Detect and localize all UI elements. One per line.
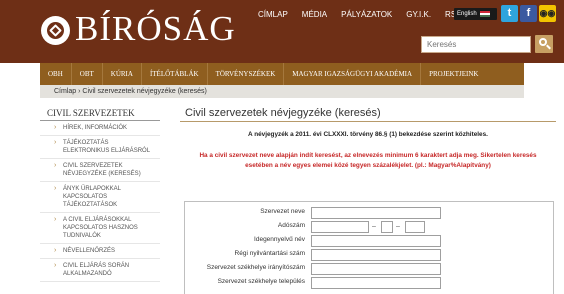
search-input[interactable]: [421, 36, 531, 53]
tax-dash-1: –: [372, 223, 376, 230]
nav-kuria[interactable]: KÚRIA: [103, 63, 142, 85]
legal-notice: A névjegyzék a 2011. évi CLXXXI. törvény…: [248, 131, 488, 138]
court-logo-icon[interactable]: [41, 16, 70, 45]
sidebar-item-label: ÁNYK ŰRLAPOKKAL KAPCSOLATOS TÁJÉKOZTATÁS…: [63, 186, 121, 208]
english-language-button[interactable]: English: [454, 8, 497, 20]
sidebar: CIVIL SZERVEZETEK › HÍREK, INFORMÁCIÓK › T…: [40, 106, 160, 282]
sidebar-item-label: A CIVIL ELJÁRÁSOKKAL KAPCSOLATOS HASZNOS…: [63, 217, 138, 239]
accessibility-icon[interactable]: ◉◉: [539, 5, 556, 22]
chevron-right-icon: ›: [54, 216, 57, 223]
zip-label: Szervezet székhelye irányítószám: [206, 264, 305, 271]
chevron-right-icon: ›: [54, 162, 57, 169]
old-registry-label: Régi nyilvántartási szám: [234, 250, 305, 257]
search-button[interactable]: [535, 35, 553, 53]
tax-dash-2: –: [396, 223, 400, 230]
org-name-label: Szervezet neve: [260, 208, 305, 215]
topnav-media[interactable]: MÉDIA: [302, 9, 327, 21]
nav-projektjeink[interactable]: PROJEKTJEINK: [421, 63, 486, 85]
sidebar-item-civil-eljaras[interactable]: › CIVIL ELJÁRÁS SORÁN ALKALMAZANDÓ: [40, 259, 160, 282]
sidebar-item-nevjegyzek[interactable]: › CIVIL SZERVEZETEK NÉVJEGYZÉKE (KERESÉS): [40, 159, 160, 182]
nav-torvenyszekek[interactable]: TÖRVÉNYSZÉKEK: [208, 63, 285, 85]
site-logo-text[interactable]: BÍRÓSÁG: [75, 9, 236, 49]
topnav-palyazatok[interactable]: PÁLYÁZATOK: [341, 9, 392, 21]
facebook-icon[interactable]: f: [520, 5, 537, 22]
chevron-right-icon: ›: [54, 124, 57, 131]
chevron-right-icon: ›: [54, 185, 57, 192]
topnav-gyik[interactable]: GY.I.K.: [406, 9, 431, 21]
sidebar-item-tudnivalok[interactable]: › A CIVIL ELJÁRÁSOKKAL KAPCSOLATOS HASZNO…: [40, 213, 160, 244]
sidebar-item-nevellenorzes[interactable]: › NÉVELLENŐRZÉS: [40, 244, 160, 259]
main-navigation: OBH OBT KÚRIA ÍTÉLŐTÁBLÁK TÖRVÉNYSZÉKEK …: [40, 63, 524, 85]
sidebar-item-hirek[interactable]: › HÍREK, INFORMÁCIÓK: [40, 121, 160, 136]
sidebar-title: CIVIL SZERVEZETEK: [40, 106, 160, 121]
chevron-right-icon: ›: [54, 139, 57, 146]
topnav-cimlap[interactable]: CÍMLAP: [258, 9, 288, 21]
old-registry-input[interactable]: [311, 249, 441, 261]
zip-input[interactable]: [311, 263, 441, 275]
sidebar-item-label: CIVIL ELJÁRÁS SORÁN ALKALMAZANDÓ: [63, 263, 130, 277]
tax-number-part1-input[interactable]: [311, 221, 369, 233]
breadcrumb[interactable]: Címlap › Civil szervezetek névjegyzéke (…: [40, 85, 524, 98]
tax-number-part3-input[interactable]: [405, 221, 425, 233]
nav-akademia[interactable]: MAGYAR IGAZSÁGÜGYI AKADÉMIA: [284, 63, 422, 85]
page-title: Civil szervezetek névjegyzéke (keresés): [180, 106, 556, 122]
tax-number-part2-input[interactable]: [381, 221, 393, 233]
org-name-input[interactable]: [311, 207, 441, 219]
search-form: Szervezet neve Adószám – – Idegennyelvű …: [184, 201, 554, 294]
nav-iteletablak[interactable]: ÍTÉLŐTÁBLÁK: [142, 63, 208, 85]
city-label: Szervezet székhelye település: [217, 278, 305, 285]
twitter-icon[interactable]: t: [501, 5, 518, 22]
chevron-right-icon: ›: [54, 247, 57, 254]
nav-obt[interactable]: OBT: [72, 63, 103, 85]
foreign-name-label: Idegennyelvű név: [254, 236, 305, 243]
hungarian-flag-icon: [479, 10, 490, 18]
sidebar-item-label: CIVIL SZERVEZETEK NÉVJEGYZÉKE (KERESÉS): [63, 163, 141, 177]
sidebar-item-anyk[interactable]: › ÁNYK ŰRLAPOKKAL KAPCSOLATOS TÁJÉKOZTATÁ…: [40, 182, 160, 213]
tax-number-label: Adószám: [277, 222, 305, 229]
sidebar-item-label: TÁJÉKOZTATÁS ELEKTRONIKUS ELJÁRÁSRÓL: [63, 140, 151, 154]
site-header: BÍRÓSÁG CÍMLAP MÉDIA PÁLYÁZATOK GY.I.K. …: [0, 0, 564, 63]
sidebar-item-label: NÉVELLENŐRZÉS: [63, 248, 116, 254]
search-hint-notice: Ha a civil szervezet neve alapján indít …: [199, 152, 537, 169]
main-content: Civil szervezetek névjegyzéke (keresés) …: [180, 106, 556, 294]
sidebar-item-label: HÍREK, INFORMÁCIÓK: [63, 125, 128, 131]
sidebar-item-tajekoztatas[interactable]: › TÁJÉKOZTATÁS ELEKTRONIKUS ELJÁRÁSRÓL: [40, 136, 160, 159]
chevron-right-icon: ›: [54, 262, 57, 269]
foreign-name-input[interactable]: [311, 235, 441, 247]
language-label: English: [457, 11, 477, 17]
nav-obh[interactable]: OBH: [40, 63, 72, 85]
city-input[interactable]: [311, 277, 441, 289]
top-navigation: CÍMLAP MÉDIA PÁLYÁZATOK GY.I.K. RSS: [258, 9, 462, 21]
